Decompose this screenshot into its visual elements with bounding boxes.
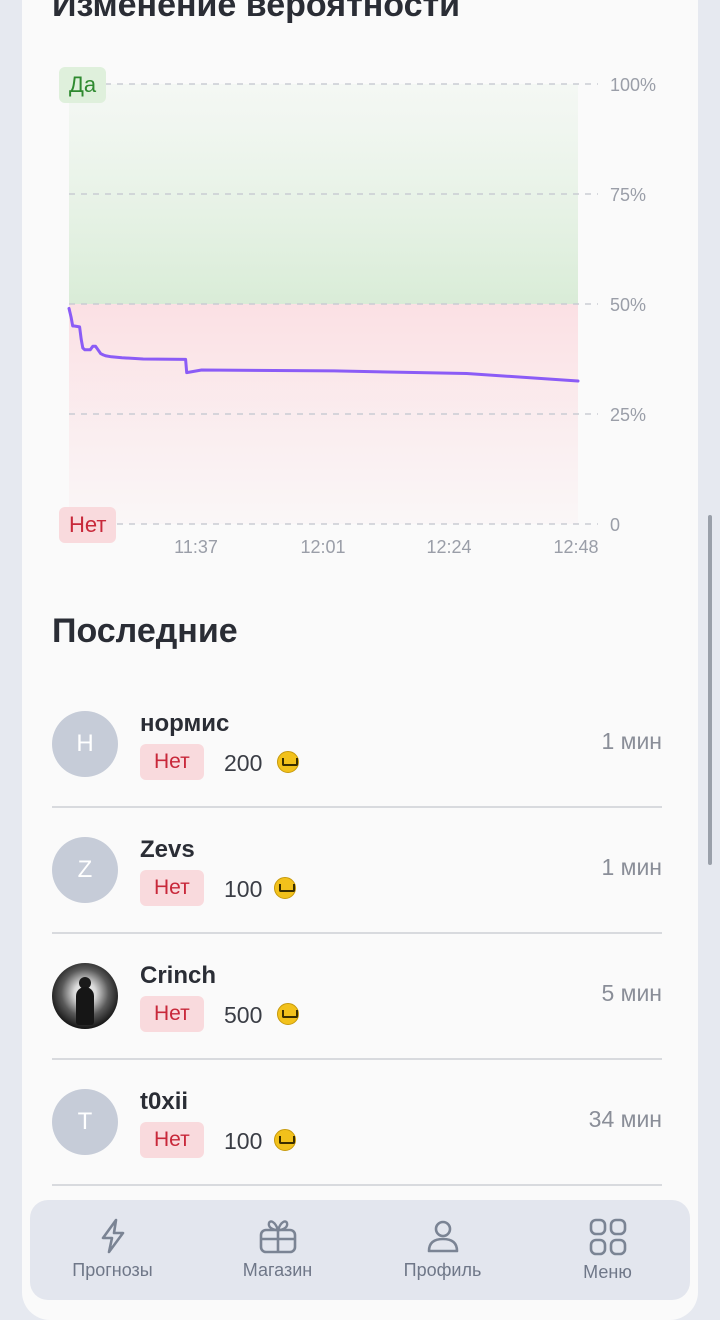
yes-zone-label: Да	[59, 67, 107, 103]
user-name: нормис	[140, 710, 230, 737]
y-tick-label: 25%	[610, 405, 646, 425]
y-tick-label: 0	[610, 515, 620, 535]
nav-item-menu[interactable]: Меню	[525, 1218, 690, 1283]
recent-bets-list: Н нормис Нет 200 1 мин Z Zevs Нет 100 1 …	[52, 682, 662, 1186]
list-item[interactable]: Crinch Нет 500 5 мин	[52, 934, 662, 1060]
avatar: T	[52, 1089, 118, 1155]
grid-icon	[589, 1218, 626, 1256]
coin-icon	[274, 1129, 296, 1151]
side-badge: Нет	[140, 996, 204, 1032]
no-zone-label: Нет	[59, 507, 117, 543]
list-item[interactable]: T t0xii Нет 100 34 мин	[52, 1060, 662, 1186]
x-tick-label: 12:01	[300, 537, 345, 557]
list-item[interactable]: Н нормис Нет 200 1 мин	[52, 682, 662, 808]
probability-chart: 100% 75% 50% 25% 0 11:37 12:01 12:24 12:48	[67, 75, 656, 557]
coin-icon	[277, 1003, 299, 1025]
user-icon	[427, 1220, 458, 1253]
list-item[interactable]: Z Zevs Нет 100 1 мин	[52, 808, 662, 934]
bet-time: 1 мин	[601, 854, 662, 880]
user-name: Crinch	[140, 962, 217, 989]
x-tick-label: 12:24	[426, 537, 471, 557]
bet-amount: 100	[224, 876, 263, 902]
x-tick-label: 12:48	[553, 537, 598, 557]
nav-label: Профиль	[403, 1260, 482, 1280]
user-name: t0xii	[140, 1088, 189, 1115]
coin-icon	[277, 751, 299, 773]
nav-item-profile[interactable]: Профиль	[360, 1218, 525, 1281]
y-tick-label: 75%	[610, 185, 646, 205]
nav-item-shop[interactable]: Магазин	[195, 1218, 360, 1281]
bet-time: 5 мин	[601, 980, 662, 1006]
side-badge: Нет	[140, 870, 204, 906]
lightning-icon	[101, 1218, 124, 1254]
avatar: Н	[52, 711, 118, 777]
side-badge: Нет	[140, 1122, 204, 1158]
y-tick-label: 100%	[610, 75, 656, 95]
x-tick-label: 11:37	[174, 537, 218, 557]
scrollbar[interactable]	[708, 515, 712, 865]
nav-item-predictions[interactable]: Прогнозы	[30, 1218, 195, 1281]
avatar-figure-body	[76, 987, 94, 1025]
recent-section-title: Последние	[52, 612, 238, 650]
bottom-nav: Прогнозы Магазин Профиль Меню	[30, 1200, 690, 1300]
coin-icon	[274, 877, 296, 899]
nav-label: Прогнозы	[72, 1260, 153, 1280]
bet-time: 34 мин	[588, 1106, 662, 1132]
bet-time: 1 мин	[601, 728, 662, 754]
nav-label: Магазин	[242, 1260, 313, 1280]
avatar: Z	[52, 837, 118, 903]
bet-amount: 200	[224, 750, 263, 776]
y-tick-label: 50%	[610, 295, 646, 315]
user-name: Zevs	[140, 836, 195, 863]
side-badge: Нет	[140, 744, 204, 780]
bet-amount: 100	[224, 1128, 263, 1154]
gift-icon	[259, 1220, 296, 1254]
bet-amount: 500	[224, 1002, 263, 1028]
avatar-photo	[52, 963, 118, 1029]
